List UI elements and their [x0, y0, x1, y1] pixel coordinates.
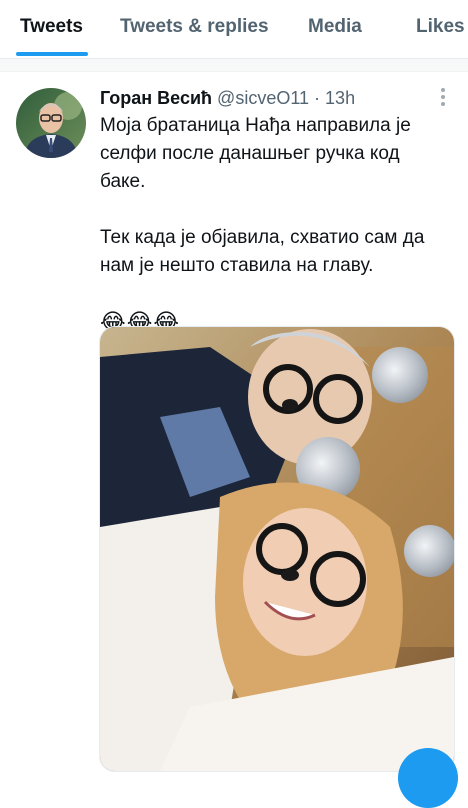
- more-vertical-icon[interactable]: [432, 86, 454, 108]
- tab-tweets[interactable]: Tweets: [20, 16, 83, 38]
- tab-tweets-and-replies[interactable]: Tweets & replies: [120, 16, 269, 38]
- author-name[interactable]: Горан Весић: [100, 88, 212, 108]
- compose-button[interactable]: [398, 748, 458, 808]
- tweet-header: Горан Весић @sicveO11 · 13h: [100, 88, 355, 109]
- header-separator: ·: [314, 88, 321, 108]
- active-tab-indicator: [16, 52, 88, 56]
- author-handle[interactable]: @sicveO11: [217, 88, 309, 108]
- author-avatar[interactable]: [16, 88, 86, 158]
- tweet-timestamp[interactable]: 13h: [325, 88, 355, 108]
- tweet-text-paragraph-2: Тек када је објавила, схватио сам да нам…: [100, 227, 425, 276]
- tweet-text-paragraph-1: Моја братаница Нађа направила је селфи п…: [100, 115, 411, 192]
- section-divider: [0, 59, 468, 72]
- profile-tabs: Tweets Tweets & replies Media Likes: [0, 0, 468, 59]
- tweet-text: Моја братаница Нађа направила је селфи п…: [100, 112, 450, 336]
- tweet-photo[interactable]: [99, 326, 455, 772]
- tab-media[interactable]: Media: [308, 16, 362, 38]
- tab-likes[interactable]: Likes: [416, 16, 465, 38]
